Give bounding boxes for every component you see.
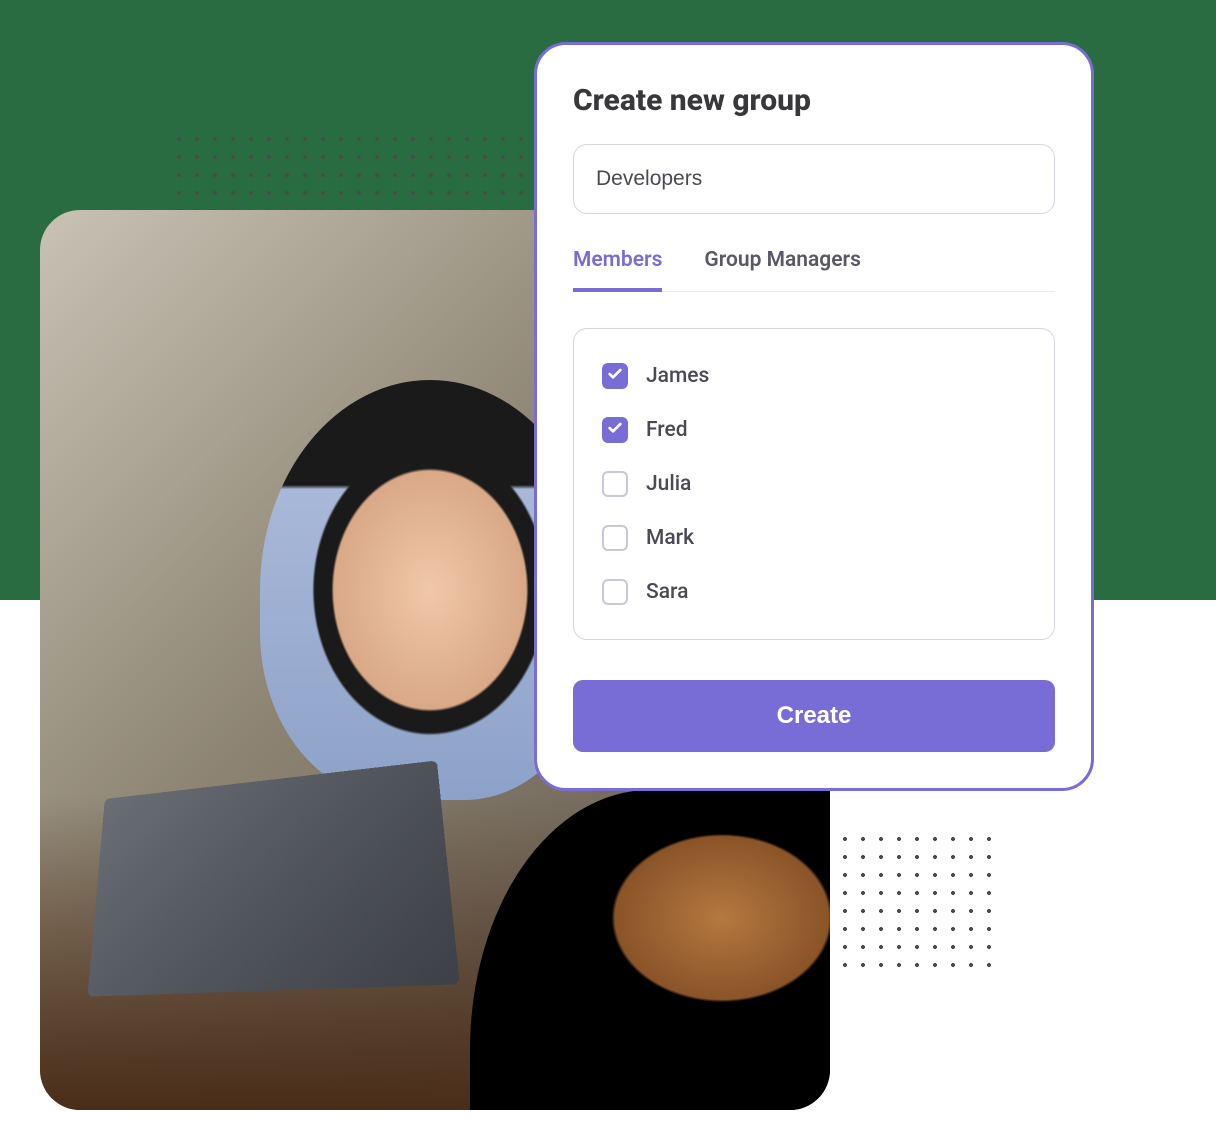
checkbox-fred[interactable] [602,417,628,443]
create-button[interactable]: Create [573,680,1055,752]
tab-members[interactable]: Members [573,248,662,292]
photo-person-2 [470,790,830,1110]
modal-title: Create new group [573,83,1055,118]
modal-tabs: Members Group Managers [573,248,1055,292]
checkbox-julia[interactable] [602,471,628,497]
member-row-sara: Sara [598,565,1030,619]
checkmark-icon [607,366,623,386]
member-row-julia: Julia [598,457,1030,511]
create-group-modal: Create new group Members Group Managers … [534,42,1094,791]
checkbox-mark[interactable] [602,525,628,551]
member-name-label: Julia [646,472,691,496]
photo-laptop [87,760,459,996]
member-row-fred: Fred [598,403,1030,457]
member-name-label: James [646,364,709,388]
group-name-input[interactable] [573,144,1055,214]
checkmark-icon [607,420,623,440]
member-name-label: Fred [646,418,688,442]
checkbox-sara[interactable] [602,579,628,605]
member-row-james: James [598,349,1030,403]
member-list: James Fred Julia Mark Sara [573,328,1055,640]
member-name-label: Mark [646,526,694,550]
tab-group-managers[interactable]: Group Managers [704,248,860,292]
member-row-mark: Mark [598,511,1030,565]
member-name-label: Sara [646,580,688,604]
checkbox-james[interactable] [602,363,628,389]
